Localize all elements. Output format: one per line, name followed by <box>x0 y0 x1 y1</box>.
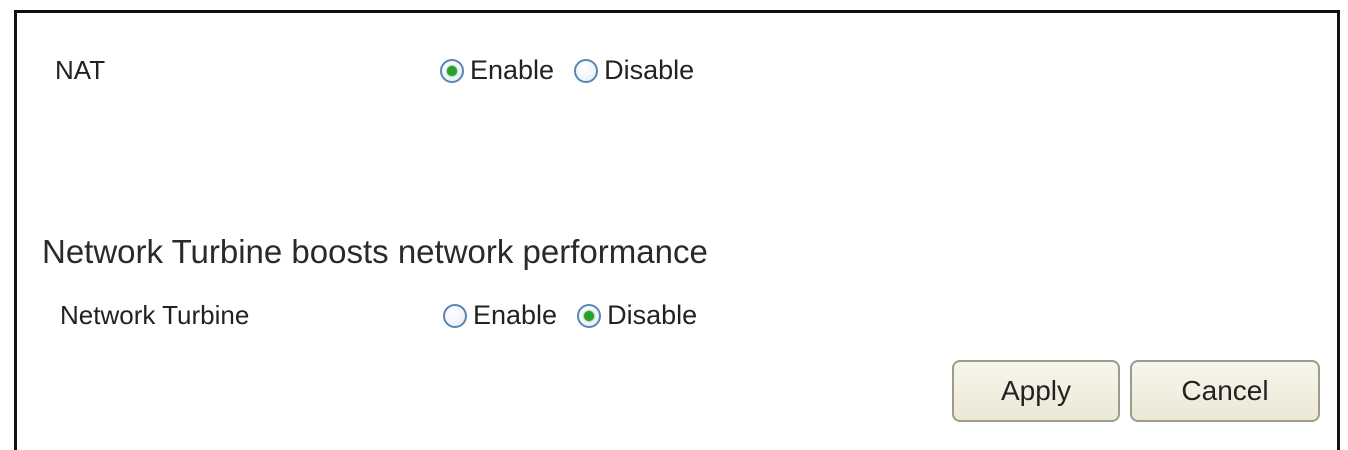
apply-button[interactable]: Apply <box>952 360 1120 422</box>
nat-radio-group: Enable Disable <box>440 55 694 86</box>
turbine-enable-label: Enable <box>473 300 558 330</box>
turbine-disable-option[interactable]: Disable <box>577 300 697 331</box>
turbine-disable-label: Disable <box>607 300 698 330</box>
cancel-button[interactable]: Cancel <box>1130 360 1320 422</box>
nat-label: NAT <box>55 55 106 85</box>
nat-enable-label: Enable <box>470 55 555 85</box>
turbine-enable-radio[interactable] <box>443 303 467 328</box>
nat-disable-option[interactable]: Disable <box>574 55 694 86</box>
nat-enable-option[interactable]: Enable <box>440 55 554 86</box>
nat-disable-label: Disable <box>604 55 695 85</box>
turbine-radio-group: Enable Disable <box>443 300 697 331</box>
turbine-label: Network Turbine <box>60 300 250 330</box>
settings-panel: NAT Enable Disable Network Turbine boost… <box>14 10 1340 450</box>
turbine-disable-radio[interactable] <box>577 303 602 328</box>
nat-enable-radio[interactable] <box>440 58 464 83</box>
nat-disable-radio[interactable] <box>574 58 599 83</box>
turbine-enable-option[interactable]: Enable <box>443 300 557 331</box>
turbine-section-title: Network Turbine boosts network performan… <box>42 233 708 270</box>
